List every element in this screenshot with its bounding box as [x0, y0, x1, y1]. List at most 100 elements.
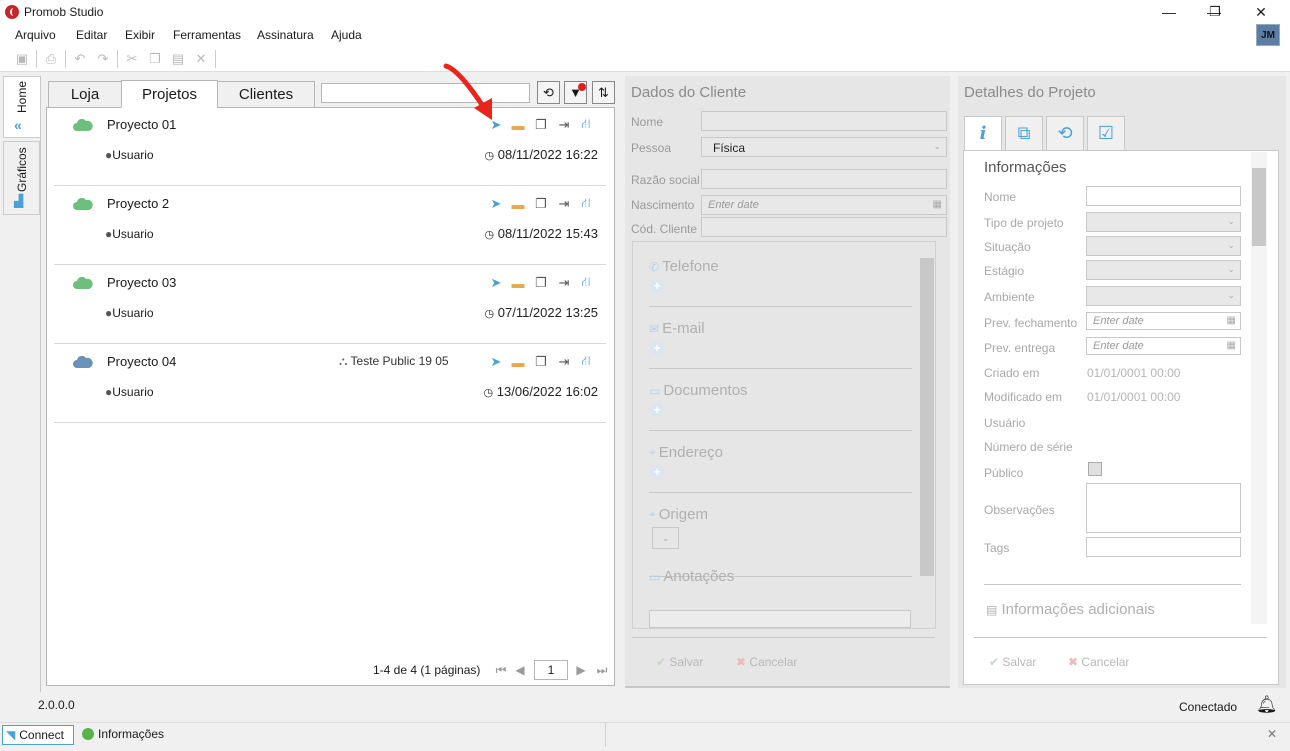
menu-arquivo[interactable]: Arquivo — [15, 28, 56, 42]
maximize-button[interactable]: ❐ — [1192, 0, 1238, 24]
add-item-button[interactable]: + — [650, 403, 664, 417]
project-name[interactable]: Proyecto 03 — [107, 275, 176, 290]
client-company-field[interactable] — [701, 169, 947, 189]
menu-ferramentas[interactable]: Ferramentas — [173, 28, 241, 42]
add-item-button[interactable]: + — [650, 279, 664, 293]
details-scrollbar[interactable] — [1251, 152, 1267, 624]
page-number-input[interactable]: 1 — [534, 660, 568, 680]
refresh-button[interactable]: ⟲ — [537, 81, 560, 104]
bell-icon[interactable]: 🔔︎ — [1256, 695, 1278, 715]
print-icon[interactable]: ⎙ — [43, 51, 59, 67]
menu-editar[interactable]: Editar — [76, 28, 107, 42]
branch-add-icon[interactable]: ⛙ — [577, 195, 595, 212]
client-save-button[interactable]: ✔ Salvar — [656, 655, 703, 669]
menu-ajuda[interactable]: Ajuda — [331, 28, 362, 42]
details-cancel-button[interactable]: ✖ Cancelar — [1068, 655, 1129, 669]
duplicate-icon[interactable]: ❐ — [532, 354, 550, 370]
detail-select-2[interactable]: ⌄ — [1086, 236, 1241, 256]
origin-dropdown[interactable]: ⌄ — [652, 527, 679, 549]
project-name[interactable]: Proyecto 2 — [107, 196, 169, 211]
client-person-select[interactable]: Física ⌄ — [701, 137, 947, 157]
cut-icon[interactable]: ✂ — [124, 51, 140, 67]
chart-bars-icon: ▟ — [14, 194, 24, 208]
tab-checklist[interactable]: ☑ — [1087, 116, 1125, 151]
close-panel-icon[interactable]: ✕ — [1267, 727, 1277, 741]
branch-add-icon[interactable]: ⛙ — [577, 274, 595, 291]
send-icon[interactable]: ➤ — [487, 275, 505, 291]
last-page-icon[interactable]: ⏭ — [595, 662, 609, 678]
export-icon[interactable]: ⇥ — [555, 275, 573, 291]
tab-loja[interactable]: Loja — [48, 81, 122, 108]
duplicate-icon[interactable]: ❐ — [532, 196, 550, 212]
detail-date-6[interactable]: Enter date ▦ — [1086, 337, 1241, 355]
group-divider — [649, 430, 912, 431]
detail-select-1[interactable]: ⌄ — [1086, 212, 1241, 232]
project-row[interactable]: Proyecto 01 ●Usuario ◷ 08/11/2022 16:22 … — [54, 107, 606, 186]
project-name[interactable]: Proyecto 01 — [107, 117, 176, 132]
client-code-label: Cód. Cliente — [631, 222, 698, 236]
prev-page-icon[interactable]: ◀ — [513, 662, 527, 678]
share-nodes-icon: ⛬ — [339, 354, 348, 368]
sort-button[interactable]: ⇅ — [592, 81, 615, 104]
client-person-label: Pessoa — [631, 141, 672, 155]
sidebar-tab-charts[interactable]: Gráficos ▟ — [3, 141, 40, 215]
branch-add-icon[interactable]: ⛙ — [577, 116, 595, 133]
tab-hierarchy[interactable]: ⧉ — [1005, 116, 1043, 151]
tags-field[interactable] — [1086, 537, 1241, 557]
export-icon[interactable]: ⇥ — [555, 354, 573, 370]
details-save-button[interactable]: ✔ Salvar — [989, 655, 1036, 669]
additional-info-heading[interactable]: ▤ Informações adicionais — [986, 601, 1155, 618]
info-taskbar-button[interactable]: Informações — [82, 727, 164, 741]
export-icon[interactable]: ⇥ — [555, 196, 573, 212]
add-item-button[interactable]: + — [650, 341, 664, 355]
send-icon[interactable]: ➤ — [487, 196, 505, 212]
tab-history[interactable]: ⟲ — [1046, 116, 1084, 151]
next-page-icon[interactable]: ▶ — [574, 662, 588, 678]
client-cancel-button[interactable]: ✖ Cancelar — [736, 655, 797, 669]
project-row[interactable]: Proyecto 03 ●Usuario ◷ 07/11/2022 13:25 … — [54, 265, 606, 344]
duplicate-icon[interactable]: ❐ — [532, 117, 550, 133]
client-name-field[interactable] — [701, 111, 947, 131]
project-name[interactable]: Proyecto 04 — [107, 354, 176, 369]
connect-taskbar-button[interactable]: ◥ Connect — [2, 725, 74, 745]
export-icon[interactable]: ⇥ — [555, 117, 573, 133]
first-page-icon[interactable]: ⏮ — [494, 662, 508, 678]
tab-projetos[interactable]: Projetos — [121, 80, 218, 108]
delete-icon[interactable]: ✕ — [193, 51, 209, 67]
branch-add-icon[interactable]: ⛙ — [577, 353, 595, 370]
project-date-label: 13/06/2022 16:02 — [496, 384, 598, 399]
send-icon[interactable]: ➤ — [487, 354, 505, 370]
client-birth-field[interactable]: Enter date ▦ — [701, 195, 947, 215]
menu-exibir[interactable]: Exibir — [125, 28, 155, 42]
minimize-button-2[interactable]: — — [1146, 0, 1192, 24]
public-checkbox[interactable] — [1088, 462, 1102, 476]
folder-icon[interactable]: ▬ — [509, 354, 527, 370]
notes-field[interactable] — [649, 610, 911, 628]
client-group-title: Documentos — [663, 382, 748, 399]
duplicate-icon[interactable]: ❐ — [532, 275, 550, 291]
folder-icon[interactable]: ▬ — [509, 275, 527, 291]
detail-select-4[interactable]: ⌄ — [1086, 286, 1241, 306]
observations-field[interactable] — [1086, 483, 1241, 533]
tab-info[interactable]: i — [964, 116, 1002, 151]
save-icon[interactable]: ▣ — [14, 51, 30, 67]
add-item-button[interactable]: + — [650, 465, 664, 479]
user-avatar[interactable]: JM — [1256, 24, 1280, 46]
folder-icon[interactable]: ▬ — [509, 196, 527, 212]
sidebar-tab-home[interactable]: Home « — [3, 76, 40, 138]
paste-icon[interactable]: ▤ — [170, 51, 186, 67]
detail-name-field[interactable] — [1086, 186, 1241, 206]
tab-clientes[interactable]: Clientes — [217, 81, 315, 108]
client-code-field[interactable] — [701, 217, 947, 237]
copy-icon[interactable]: ❐ — [147, 51, 163, 67]
menu-assinatura[interactable]: Assinatura — [257, 28, 314, 42]
client-scrollbar[interactable] — [920, 258, 934, 576]
folder-icon[interactable]: ▬ — [509, 117, 527, 133]
detail-select-3[interactable]: ⌄ — [1086, 260, 1241, 280]
close-button[interactable]: ✕ — [1238, 0, 1284, 24]
project-row[interactable]: Proyecto 2 ●Usuario ◷ 08/11/2022 15:43 ➤… — [54, 186, 606, 265]
redo-icon[interactable]: ↷ — [95, 51, 111, 67]
undo-icon[interactable]: ↶ — [72, 51, 88, 67]
detail-date-5[interactable]: Enter date ▦ — [1086, 312, 1241, 330]
project-row[interactable]: Proyecto 04 ●Usuario ◷ 13/06/2022 16:02 … — [54, 344, 606, 423]
